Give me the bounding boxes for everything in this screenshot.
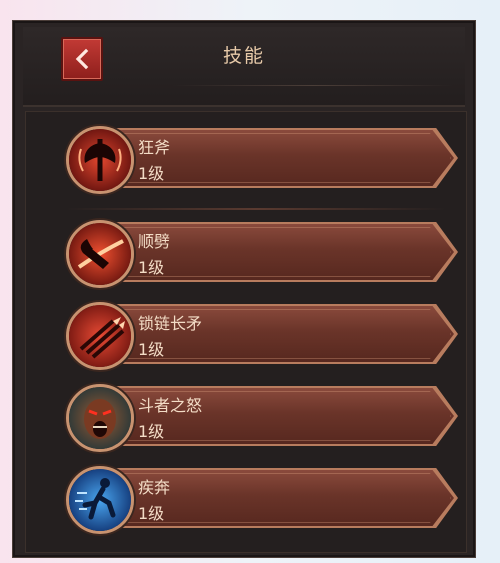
skill-row-rage-axe[interactable]: 狂斧 1级 bbox=[66, 126, 458, 194]
skill-row-cleave[interactable]: 顺劈 1级 bbox=[66, 220, 458, 288]
skill-row-sprint[interactable]: 疾奔 1级 bbox=[66, 466, 458, 534]
skill-level: 1级 bbox=[138, 340, 165, 359]
page-title: 技能 bbox=[222, 45, 265, 67]
fighter-wrath-icon bbox=[66, 384, 134, 452]
skill-name: 斗者之怒 bbox=[138, 396, 203, 415]
cleave-icon bbox=[66, 220, 134, 288]
skill-name: 顺劈 bbox=[138, 232, 171, 251]
sprint-icon bbox=[66, 466, 134, 534]
skill-level: 1级 bbox=[138, 504, 165, 523]
header-divider bbox=[173, 85, 453, 86]
row-divider bbox=[66, 208, 446, 210]
skills-panel: 技能 狂斧 1级 顺劈 1级 锁链长矛 1级 斗者之怒 1级 疾奔 1级 bbox=[12, 20, 476, 558]
skill-row-fighter-wrath[interactable]: 斗者之怒 1级 bbox=[66, 384, 458, 452]
skill-level: 1级 bbox=[138, 164, 165, 183]
skill-name: 狂斧 bbox=[138, 138, 171, 157]
rage-axe-icon bbox=[66, 126, 134, 194]
chain-spear-icon bbox=[66, 302, 134, 370]
skill-list: 狂斧 1级 顺劈 1级 锁链长矛 1级 斗者之怒 1级 疾奔 1级 bbox=[25, 111, 467, 553]
panel-header: 技能 bbox=[23, 27, 465, 107]
skill-level: 1级 bbox=[138, 258, 165, 277]
skill-level: 1级 bbox=[138, 422, 165, 441]
skill-name: 锁链长矛 bbox=[138, 314, 203, 333]
skill-row-chain-spear[interactable]: 锁链长矛 1级 bbox=[66, 302, 458, 370]
skill-name: 疾奔 bbox=[138, 478, 171, 497]
